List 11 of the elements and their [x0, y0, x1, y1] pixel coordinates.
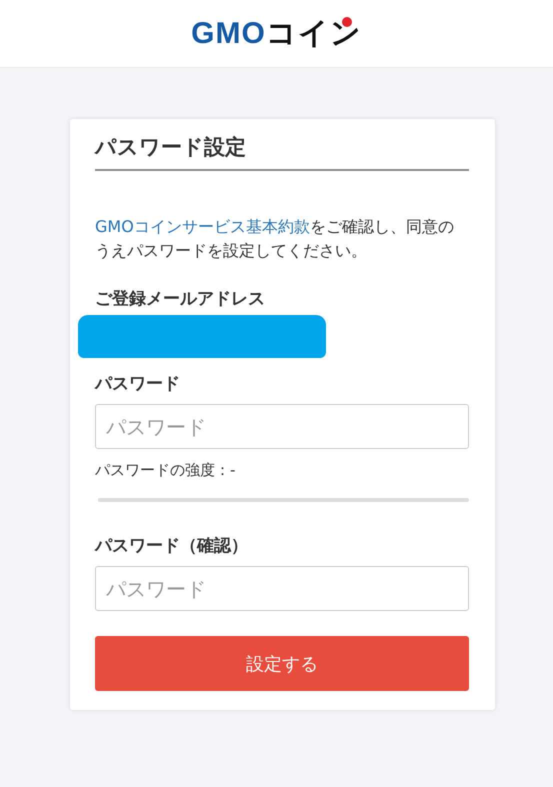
logo-text: GMO コイン: [191, 16, 362, 52]
password-field[interactable]: パスワード: [95, 404, 469, 449]
field-label: パスワード（確認）: [95, 535, 249, 557]
password-confirm-field[interactable]: パスワード: [95, 566, 469, 611]
strength-label: パスワードの強度：-: [95, 461, 236, 480]
card-title: パスワード設定: [95, 133, 469, 171]
intro-text: GMOコインサービス基本約款をご確認し、同意のうえパスワードを設定してください。: [95, 216, 455, 262]
terms-link[interactable]: GMOコインサービス基本約款: [95, 217, 310, 236]
submit-button[interactable]: 設定する: [95, 636, 469, 691]
field-label: ご登録メールアドレス: [95, 288, 266, 310]
field-label: パスワード: [95, 373, 181, 395]
